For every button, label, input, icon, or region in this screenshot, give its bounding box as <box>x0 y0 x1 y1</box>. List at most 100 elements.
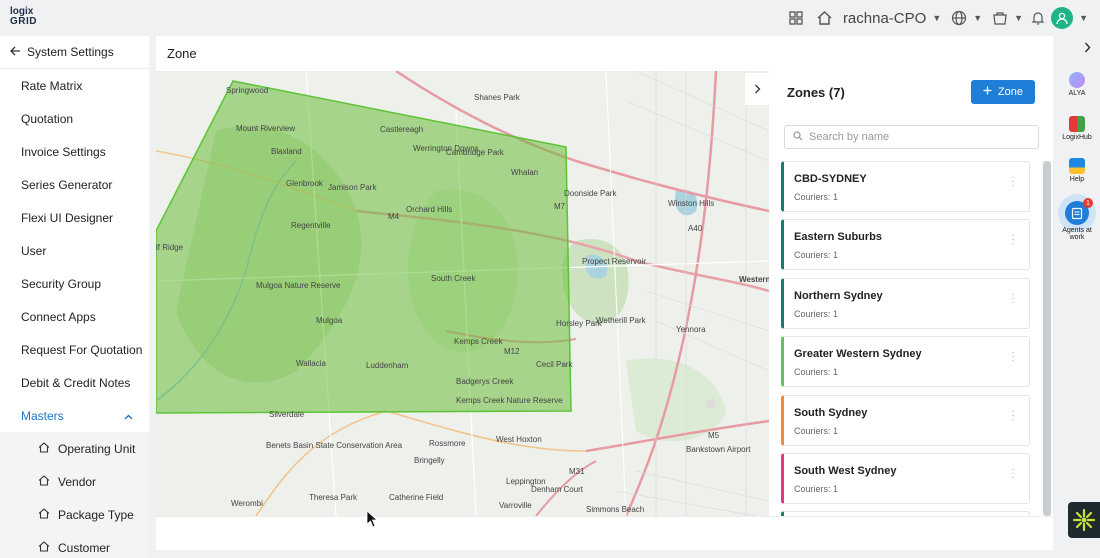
language-caret-icon[interactable]: ▼ <box>973 13 982 23</box>
sidebar-item-user[interactable]: User <box>0 234 149 267</box>
map-label: Horsley Park <box>556 319 602 328</box>
sidebar-item-connect-apps[interactable]: Connect Apps <box>0 300 149 333</box>
flower-widget-icon[interactable] <box>1068 502 1100 538</box>
store-caret-icon[interactable]: ▼ <box>1014 13 1023 23</box>
map-label: A40 <box>688 224 703 233</box>
map-label: Jamison Park <box>328 183 377 192</box>
search-placeholder: Search by name <box>809 131 890 143</box>
sidebar-subitem-operating-unit[interactable]: Operating Unit <box>0 432 149 465</box>
map-label: Catherine Field <box>389 493 444 502</box>
zone-name: CBD-SYDNEY <box>794 173 867 185</box>
zone-name: South West Sydney <box>794 464 897 477</box>
rail-help[interactable]: Help <box>1054 158 1100 183</box>
user-avatar[interactable] <box>1051 7 1074 29</box>
chevron-right-icon[interactable] <box>745 73 769 105</box>
help-icon <box>1069 158 1085 174</box>
kebab-menu-icon[interactable]: · · · <box>1011 173 1015 191</box>
map-label: Varroville <box>499 501 532 510</box>
kebab-menu-icon[interactable]: · · · <box>1011 231 1015 249</box>
zone-card-south-west-sydney[interactable]: South West Sydney Couriers: 1 · · · <box>781 452 1030 504</box>
arrow-left-icon <box>10 45 21 59</box>
kebab-menu-icon[interactable]: · · · <box>1011 464 1015 482</box>
globe-icon[interactable] <box>951 10 967 26</box>
page-title: Zone <box>167 46 197 61</box>
back-label: System Settings <box>27 45 114 59</box>
zone-list-scrollbar[interactable] <box>1043 161 1051 516</box>
rail-alya[interactable]: ALYA <box>1054 72 1100 97</box>
zone-page: Zone Springwood Mount Riverview Castlere… <box>156 36 1053 550</box>
map-label: Mount Riverview <box>236 124 296 133</box>
sidebar-item-quotation[interactable]: Quotation <box>0 102 149 135</box>
masters-label: Masters <box>21 408 64 423</box>
sidebar-item-series-generator[interactable]: Series Generator <box>0 168 149 201</box>
app-logo[interactable]: logix GRID <box>10 7 38 27</box>
store-icon[interactable] <box>992 10 1008 26</box>
top-bar: logix GRID rachna-CPO ▼ ▼ ▼ ▼ <box>0 0 1100 36</box>
zone-card-south-sydney[interactable]: South Sydney Couriers: 1 · · · <box>781 394 1030 446</box>
zone-couriers: Couriers: 1 <box>794 483 839 494</box>
kebab-menu-icon[interactable]: · · · <box>1011 406 1015 424</box>
user-caret-icon[interactable]: ▼ <box>932 13 941 23</box>
zone-card-cbd-sydney[interactable]: CBD-SYDNEY Couriers: 1 · · · <box>781 161 1030 212</box>
map-label: Cambridge Park <box>446 148 504 157</box>
map-label: Silverdale <box>269 410 305 419</box>
zones-panel: Zones (7) Zone Search by name CBD-SYDNEY… <box>745 71 1053 516</box>
subitem-label: Package Type <box>58 507 134 522</box>
mouse-cursor-icon <box>366 510 379 533</box>
home-icon <box>38 507 50 522</box>
rail-logixhub[interactable]: LogixHub <box>1054 116 1100 141</box>
map-label: Doonside Park <box>564 189 617 198</box>
zone-couriers: Couriers: 1 <box>794 250 839 261</box>
sidebar-item-flexi-ui-designer[interactable]: Flexi UI Designer <box>0 201 149 234</box>
kebab-menu-icon[interactable]: · · · <box>1011 348 1015 366</box>
back-to-system-settings[interactable]: System Settings <box>0 36 149 69</box>
map-label: Wallacia <box>296 359 326 368</box>
home-icon <box>38 441 50 456</box>
map-label: M31 <box>569 467 585 476</box>
map-label: West Hoxton <box>496 435 542 444</box>
sidebar-subitem-vendor[interactable]: Vendor <box>0 465 149 498</box>
rail-logixhub-label: LogixHub <box>1062 134 1092 141</box>
map-label: Yennora <box>676 325 706 334</box>
kebab-menu-icon[interactable]: · · · <box>1011 289 1015 307</box>
map-label: Theresa Park <box>309 493 358 502</box>
rail-help-label: Help <box>1069 176 1085 183</box>
zone-search-input[interactable]: Search by name <box>784 125 1039 149</box>
sidebar-subitem-customer[interactable]: Customer <box>0 531 149 558</box>
zone-card-northern-sydney[interactable]: Northern Sydney Couriers: 1 · · · <box>781 277 1030 329</box>
home-icon[interactable] <box>816 10 833 26</box>
logixhub-icon <box>1069 116 1085 132</box>
subitem-label: Customer <box>58 540 111 555</box>
map-label: Regentville <box>291 221 331 230</box>
zone-card-eastern-suburbs[interactable]: Eastern Suburbs Couriers: 1 · · · <box>781 219 1030 271</box>
sidebar-item-debit-credit-notes[interactable]: Debit & Credit Notes <box>0 366 149 399</box>
bell-icon[interactable] <box>1031 10 1045 26</box>
map-label: Bringelly <box>414 456 445 465</box>
sidebar-item-security-group[interactable]: Security Group <box>0 267 149 300</box>
map-label: M12 <box>504 347 520 356</box>
map-label: Kemps Creek <box>454 337 503 346</box>
add-zone-button[interactable]: Zone <box>971 80 1035 104</box>
map-label: Glenbrook <box>286 179 323 188</box>
sidebar-item-request-for-quotation[interactable]: Request For Quotation <box>0 333 149 366</box>
apps-grid-icon[interactable] <box>788 10 804 26</box>
map-label: Rossmore <box>429 439 466 448</box>
map-label: Mulgoa <box>316 316 343 325</box>
scrollbar-thumb[interactable] <box>1043 161 1051 516</box>
agents-count-badge: 1 <box>1083 198 1093 208</box>
user-name[interactable]: rachna-CPO <box>843 10 926 27</box>
avatar-caret-icon[interactable]: ▼ <box>1079 13 1088 23</box>
sidebar-item-invoice-settings[interactable]: Invoice Settings <box>0 135 149 168</box>
alya-icon <box>1069 72 1085 88</box>
sidebar-item-masters[interactable]: Masters <box>0 399 149 432</box>
sidebar-subitem-package-type[interactable]: Package Type <box>0 498 149 531</box>
home-icon <box>38 540 50 555</box>
subitem-label: Vendor <box>58 474 97 489</box>
map-label: Mulgoa Nature Reserve <box>256 281 341 290</box>
zone-map[interactable]: Springwood Mount Riverview Castlereagh S… <box>156 71 769 516</box>
expand-rail-icon[interactable] <box>1075 36 1100 58</box>
zone-couriers: Couriers: 1 <box>794 308 839 319</box>
zone-card-greater-western-sydney[interactable]: Greater Western Sydney Couriers: 1 · · · <box>781 336 1030 388</box>
sidebar-item-rate-matrix[interactable]: Rate Matrix <box>0 69 149 102</box>
zone-list: CBD-SYDNEY Couriers: 1 · · · Eastern Subur… <box>781 161 1031 516</box>
